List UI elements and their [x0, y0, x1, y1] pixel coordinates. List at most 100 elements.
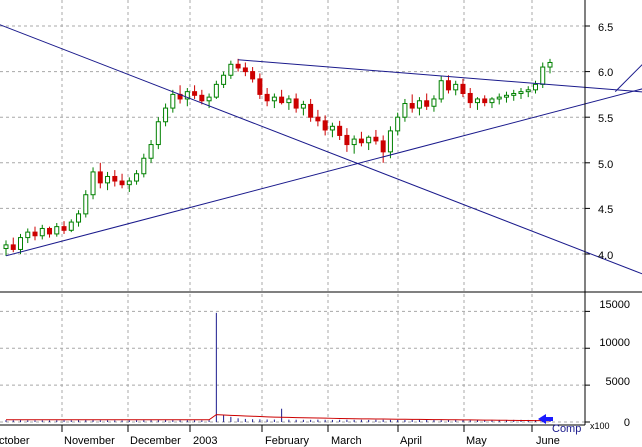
candle [119, 173, 125, 189]
candle [366, 135, 372, 151]
candle-body [206, 96, 212, 102]
candle [10, 237, 16, 253]
candle [112, 170, 118, 187]
candle-body [119, 180, 125, 186]
candle-body [366, 136, 372, 144]
candle-body [540, 66, 546, 85]
candle-body [395, 116, 401, 132]
candle [431, 95, 437, 112]
candle-body [90, 171, 96, 196]
candle [482, 95, 488, 107]
candle-body [264, 93, 270, 102]
candle-body [532, 83, 538, 91]
candle [322, 115, 328, 136]
price-tick-label: 5.0 [598, 159, 613, 171]
candle-body [134, 173, 140, 182]
candle-body [126, 180, 132, 186]
month-label: May [466, 435, 487, 447]
price-tick-label: 4.0 [598, 250, 613, 262]
price-axis-ticks: 6.5 6.0 5.5 5.0 4.5 4.0 [598, 22, 613, 262]
candle-body [380, 140, 386, 153]
candle-body [337, 125, 343, 136]
candle-body [76, 213, 82, 223]
candle-body [250, 71, 256, 80]
candle [32, 226, 38, 241]
candle-body [424, 100, 430, 107]
candle [525, 86, 531, 98]
comp-label: Comp [552, 423, 581, 435]
candle [76, 210, 82, 227]
trendline-breakout-ray [614, 64, 642, 93]
candle [315, 109, 321, 127]
candle [221, 71, 227, 89]
month-label: March [331, 435, 362, 447]
candle-body [257, 78, 263, 95]
candle [460, 78, 466, 98]
candle-body [32, 231, 38, 237]
candle-body [315, 116, 321, 122]
candle [250, 67, 256, 83]
candle [105, 171, 111, 191]
candle [467, 88, 473, 109]
candle [416, 97, 422, 116]
candle [39, 224, 45, 240]
volume-axis-ticks: 15000 10000 5000 0 x100 [590, 299, 630, 431]
volume-tick-label: 5000 [606, 376, 630, 388]
candle-body [438, 80, 444, 100]
candle-body [112, 175, 118, 182]
volume-multiplier-label: x100 [590, 421, 610, 431]
candle [474, 97, 480, 110]
candle [242, 62, 248, 77]
candle-body [387, 130, 393, 153]
candle [18, 233, 24, 254]
candle-body [68, 221, 74, 231]
candlesticks [3, 58, 553, 256]
candle-body [547, 61, 553, 68]
candle [155, 117, 161, 150]
candle [126, 177, 132, 192]
candle [358, 131, 364, 147]
candle [532, 80, 538, 94]
candle-body [25, 231, 31, 239]
candle [228, 60, 234, 79]
price-grid [0, 0, 590, 432]
candle [148, 140, 154, 163]
candle [257, 73, 263, 99]
candle-body [474, 98, 480, 104]
candle-body [416, 100, 422, 109]
candle [61, 221, 67, 234]
candle [387, 126, 393, 159]
candle-body [148, 144, 154, 159]
candle [438, 76, 444, 103]
candle-body [511, 92, 517, 96]
candle-body [322, 120, 328, 131]
candle [489, 97, 495, 109]
candle-body [373, 136, 379, 142]
candle [424, 93, 430, 110]
candle-body [358, 138, 364, 144]
candle [235, 58, 241, 72]
stock-chart: 6.5 6.0 5.5 5.0 4.5 4.0 15000 10000 5000… [0, 0, 642, 447]
candle-body [97, 171, 103, 184]
month-label: April [400, 435, 422, 447]
candle-body [170, 93, 176, 109]
candle-body [496, 96, 502, 100]
candle [496, 93, 502, 105]
candle [213, 80, 219, 99]
candle-body [445, 80, 451, 91]
candle [90, 167, 96, 200]
candle [308, 98, 314, 122]
month-label: 2003 [193, 435, 217, 447]
candle-body [18, 237, 24, 250]
candle [68, 219, 74, 233]
candle [300, 100, 306, 116]
volume-tick-label: 15000 [599, 299, 630, 311]
candle-body [47, 227, 53, 235]
candle-body [199, 94, 205, 102]
candle [3, 240, 9, 256]
month-label: February [265, 435, 310, 447]
candle [351, 135, 357, 154]
candle-body [460, 83, 466, 94]
candle-body [105, 175, 111, 184]
candle [271, 93, 277, 109]
